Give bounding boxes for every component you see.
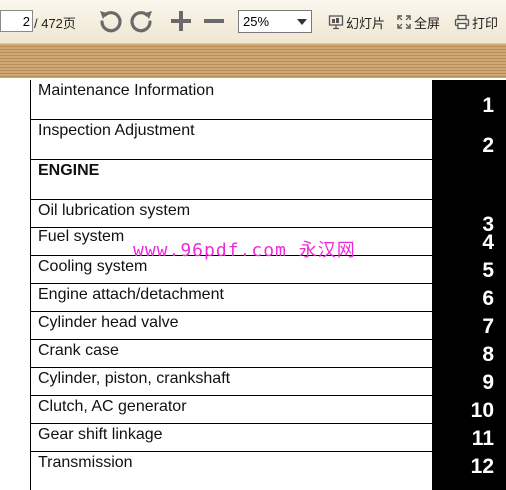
zoom-value: 25% [243,14,270,29]
toc-row-label: Oil lubrication system [38,202,191,219]
fullscreen-button[interactable]: 全屏 [396,12,440,32]
section-number: 11 [471,427,494,450]
fullscreen-icon [397,15,411,29]
toc-row-label: Maintenance Information [38,82,215,99]
fullscreen-label: 全屏 [414,15,441,31]
toc-row: Crank case [30,340,432,368]
toc-row: ENGINE [30,160,432,200]
section-number: 8 [482,343,494,366]
section-number: 1 [482,94,494,117]
section-number: 2 [482,134,494,157]
toc-row-label: Engine attach/detachment [38,286,224,303]
toc-row-label: Crank case [38,342,119,359]
section-number: 7 [482,315,494,338]
toc-row-label: Cylinder head valve [38,314,179,331]
toolbar: / 472页 25% [0,0,506,44]
rotate-left-icon[interactable] [96,7,124,35]
section-number: 9 [482,371,494,394]
toc-row: Transmission [30,452,432,490]
chevron-down-icon [297,19,307,25]
document-page: Maintenance Information Inspection Adjust… [0,78,506,490]
toc-row: Maintenance Information [30,80,432,120]
zoom-select[interactable]: 25% [238,10,312,33]
rotate-right-icon[interactable] [128,7,156,35]
toc-row-label: Cooling system [38,258,148,275]
section-number: 4 [482,231,494,254]
toc-row-label: Inspection Adjustment [38,122,195,139]
toolbar-background-band [0,44,506,78]
print-label: 打印 [472,15,499,31]
zoom-in-icon[interactable] [167,7,195,35]
toc-row: Inspection Adjustment [30,120,432,160]
watermark-text: www.96pdf.com 永汉网 [133,240,356,261]
slideshow-button[interactable]: 幻灯片 [328,12,385,32]
toc-row: Cylinder, piston, crankshaft [30,368,432,396]
toc-row-label: ENGINE [38,162,100,179]
toc-row: Gear shift linkage [30,424,432,452]
slideshow-label: 幻灯片 [346,15,386,31]
toc-row-label: Fuel system [38,228,125,245]
zoom-out-icon[interactable] [200,7,228,35]
section-number: 10 [470,399,494,422]
section-number: 6 [482,287,494,310]
toc-row: Cylinder head valve [30,312,432,340]
page-number-input[interactable] [0,10,33,32]
toc-row-label: Transmission [38,454,133,471]
toc-row-label: Cylinder, piston, crankshaft [38,370,231,387]
printer-icon [454,14,470,30]
toc-row-label: Clutch, AC generator [38,398,187,415]
toc-row-label: Gear shift linkage [38,426,163,443]
print-button[interactable]: 打印 [454,12,498,32]
pdf-viewer: / 472页 25% [0,0,506,490]
toc-row: Clutch, AC generator [30,396,432,424]
page-total-label: / 472页 [34,16,76,31]
section-number: 12 [470,455,494,478]
toc-row: Engine attach/detachment [30,284,432,312]
toc-row: Oil lubrication system [30,200,432,228]
section-number: 5 [482,259,494,282]
slideshow-icon [328,15,344,30]
